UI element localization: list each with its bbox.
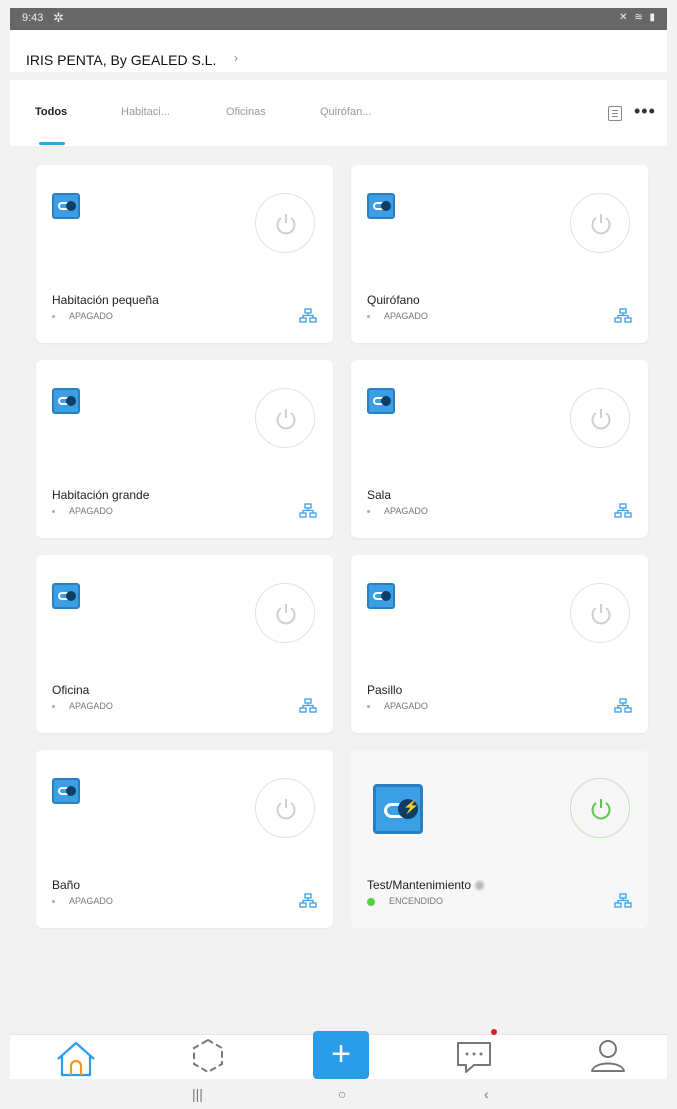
device-name: Baño [52,878,81,892]
power-button-on[interactable] [570,778,630,838]
switch-device-on-icon: ⚡ [373,784,423,834]
device-name: Habitación pequeña [52,293,159,307]
device-name: Pasillo [367,683,403,697]
user-icon[interactable] [578,1035,638,1079]
home-icon[interactable] [46,1035,106,1079]
chevron-right-icon[interactable]: › [234,51,238,65]
device-status-label: ENCENDIDO [389,896,444,906]
plus-icon: + [331,1035,351,1073]
power-button[interactable] [255,193,315,253]
status-time: 9:43 [22,12,44,24]
device-status-label: APAGADO [69,311,113,321]
power-button[interactable] [570,583,630,643]
active-tab-indicator [39,142,65,145]
group-network-icon[interactable] [299,893,317,909]
status-dot [52,705,55,709]
switch-device-icon [367,193,395,219]
home-system-icon[interactable]: ○ [338,1086,346,1102]
device-card-active[interactable]: ⚡ Test/Mantenimiento ENCENDIDO [351,750,648,928]
device-status-label: APAGADO [384,506,428,516]
device-status-label: APAGADO [384,311,428,321]
device-status-label: APAGADO [384,701,428,711]
power-button[interactable] [255,388,315,448]
device-status: APAGADO [52,701,113,711]
tab-todos[interactable]: Todos [35,106,67,118]
group-network-icon[interactable] [299,698,317,714]
device-status: ENCENDIDO [367,896,443,906]
room-tabs: Todos Habitaci... Oficinas Quirófan... •… [10,80,667,146]
group-network-icon[interactable] [614,503,632,519]
switch-device-icon [367,388,395,414]
switch-device-icon [52,583,80,609]
add-device-button[interactable]: + [313,1031,369,1079]
tab-oficinas[interactable]: Oficinas [226,106,266,118]
system-status-bar: 9:43 ✲ ✕ ≋ ▮ [10,8,667,30]
device-name: Oficina [52,683,90,697]
group-network-icon[interactable] [299,308,317,324]
power-button[interactable] [255,778,315,838]
device-status-label: APAGADO [69,701,113,711]
device-status: APAGADO [52,311,113,321]
list-view-icon[interactable] [608,106,622,121]
bottom-navigation: + [10,1029,667,1079]
device-card[interactable]: Oficina APAGADO [36,555,333,733]
device-card[interactable]: Sala APAGADO [351,360,648,538]
device-card[interactable]: Habitación pequeña APAGADO [36,165,333,343]
status-dot-on [367,897,375,906]
tab-habitaciones[interactable]: Habitaci... [121,106,170,118]
device-card[interactable]: Pasillo APAGADO [351,555,648,733]
switch-device-icon [367,583,395,609]
home-name[interactable]: IRIS PENTA, By GEALED S.L. [26,52,216,68]
device-name: Habitación grande [52,488,150,502]
app-header: IRIS PENTA, By GEALED S.L. › [10,30,667,72]
group-network-icon[interactable] [614,308,632,324]
status-dot [367,315,370,319]
power-button[interactable] [570,388,630,448]
switch-device-icon [52,388,80,414]
switch-device-icon [52,193,80,219]
device-status: APAGADO [367,506,428,516]
power-button[interactable] [255,583,315,643]
system-navigation-bar: ||| ○ ‹ [10,1079,667,1109]
device-name-wrap: Test/Mantenimiento [367,878,486,892]
power-button[interactable] [570,193,630,253]
settings-gear-icon: ✲ [53,10,64,25]
settings-gear-icon[interactable] [474,880,486,892]
notification-badge [491,1029,497,1035]
device-status: APAGADO [52,506,113,516]
device-status-label: APAGADO [69,506,113,516]
device-status: APAGADO [52,896,113,906]
more-options-icon[interactable]: ••• [634,101,656,122]
group-network-icon[interactable] [614,698,632,714]
device-name: Sala [367,488,392,502]
device-card[interactable]: Habitación grande APAGADO [36,360,333,538]
status-dot [52,510,55,514]
scene-icon[interactable] [178,1035,238,1079]
device-name: Quirófano [367,293,420,307]
back-icon[interactable]: ‹ [484,1086,489,1102]
group-network-icon[interactable] [299,503,317,519]
recent-apps-icon[interactable]: ||| [192,1086,203,1102]
device-card[interactable]: Baño APAGADO [36,750,333,928]
status-dot [367,510,370,514]
device-card[interactable]: Quirófano APAGADO [351,165,648,343]
status-dot [52,900,55,904]
group-network-icon[interactable] [614,893,632,909]
device-status-label: APAGADO [69,896,113,906]
status-dot [52,315,55,319]
message-icon[interactable] [444,1035,504,1079]
device-name: Test/Mantenimiento [367,878,472,892]
tab-quirofanos[interactable]: Quirófan... [320,106,371,118]
status-dot [367,705,370,709]
switch-device-icon [52,778,80,804]
device-status: APAGADO [367,701,428,711]
device-status: APAGADO [367,311,428,321]
system-indicator-icons: ✕ ≋ ▮ [619,12,657,23]
